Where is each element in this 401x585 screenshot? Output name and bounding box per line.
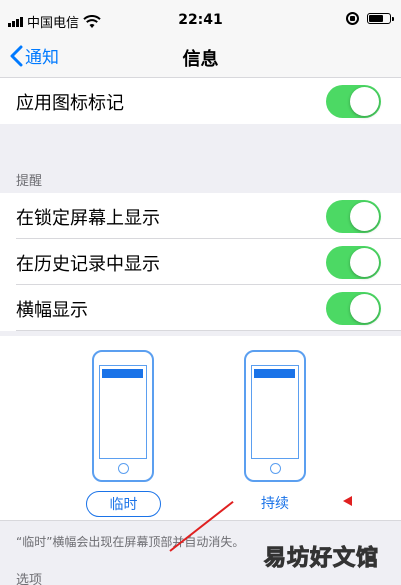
- badge-toggle[interactable]: [326, 85, 381, 118]
- toggle-knob: [350, 202, 379, 231]
- status-time: 22:41: [178, 12, 223, 28]
- banner-style-picker: 临时 持续: [0, 336, 401, 521]
- setting-row-badge: 应用图标标记: [0, 78, 401, 124]
- setting-row-history: 在历史记录中显示: [0, 239, 401, 285]
- setting-row-banners: 横幅显示: [0, 285, 401, 331]
- watermark-text: 易坊好文馆: [263, 546, 379, 572]
- home-button-icon: [270, 463, 281, 474]
- home-button-icon: [118, 463, 129, 474]
- row-separator: [16, 330, 401, 331]
- alerts-section-header: 提醒: [16, 174, 43, 189]
- battery-icon: [367, 13, 394, 24]
- temporary-banner-preview[interactable]: [92, 350, 154, 482]
- phone-screen: [99, 365, 147, 459]
- options-section-header: 选项: [16, 573, 43, 585]
- banner-preview: [254, 369, 295, 378]
- history-toggle[interactable]: [326, 246, 381, 279]
- temporary-style-option[interactable]: 临时: [86, 491, 161, 517]
- toggle-knob: [350, 294, 379, 323]
- orientation-lock-icon: [346, 12, 359, 25]
- lock-screen-label: 在锁定屏幕上显示: [16, 208, 160, 229]
- status-bar: 中国电信 22:41: [0, 0, 401, 40]
- page-title: 信息: [182, 49, 219, 70]
- banner-preview: [102, 369, 143, 378]
- lock-screen-toggle[interactable]: [326, 200, 381, 233]
- persistent-style-option[interactable]: 持续: [245, 493, 305, 513]
- red-arrow-annotation: [343, 496, 352, 506]
- history-label: 在历史记录中显示: [16, 254, 160, 275]
- banner-footnote: “临时”横幅会出现在屏幕顶部并自动消失。: [16, 535, 245, 549]
- toggle-knob: [350, 87, 379, 116]
- navigation-bar: 通知 信息: [0, 40, 401, 78]
- setting-row-lock-screen: 在锁定屏幕上显示: [0, 193, 401, 239]
- status-right: [346, 12, 394, 25]
- banners-toggle[interactable]: [326, 292, 381, 325]
- toggle-knob: [350, 248, 379, 277]
- persistent-banner-preview[interactable]: [244, 350, 306, 482]
- badge-label: 应用图标标记: [16, 93, 124, 114]
- banners-label: 横幅显示: [16, 300, 88, 321]
- phone-screen: [251, 365, 299, 459]
